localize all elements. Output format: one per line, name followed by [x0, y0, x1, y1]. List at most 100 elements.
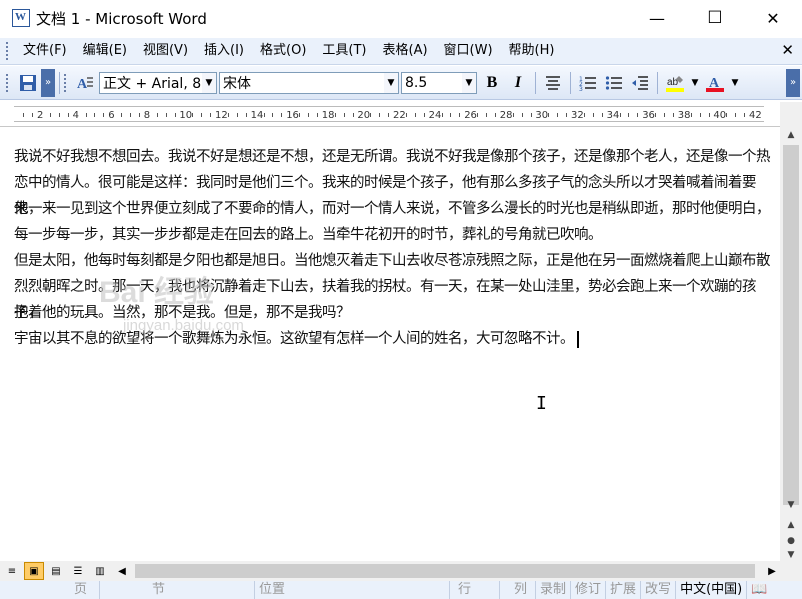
- ruler-tick: [459, 113, 461, 117]
- align-center-button[interactable]: [541, 71, 565, 95]
- status-line: 行: [450, 581, 500, 599]
- text-line[interactable]: 他一来一见到这个世界便立刻成了不要命的情人，而对一个情人来说，不管多么漫长的时光…: [14, 196, 772, 222]
- normal-view-icon[interactable]: ≡: [2, 562, 22, 580]
- word-app-icon[interactable]: [12, 9, 30, 27]
- maximize-button[interactable]: ☐: [686, 0, 744, 36]
- highlight-button[interactable]: ab: [663, 71, 687, 95]
- document-area[interactable]: 我说不好我想不想回去。我说不好是想还是不想，还是无所谓。我说不好我是像那个孩子，…: [0, 128, 780, 561]
- scroll-down-icon[interactable]: ▼: [780, 497, 802, 513]
- ruler-tick: [512, 113, 514, 117]
- menu-table[interactable]: 表格(A): [375, 40, 436, 62]
- scroll-right-icon[interactable]: ▶: [762, 562, 782, 580]
- status-overtype[interactable]: 改写: [641, 581, 677, 599]
- ruler-tick: [637, 113, 639, 117]
- menu-file[interactable]: 文件(F): [15, 40, 75, 62]
- save-button[interactable]: [16, 71, 40, 95]
- toolbar-grip[interactable]: [6, 73, 9, 92]
- ruler-tick: [299, 113, 301, 117]
- ruler-label: 36: [642, 110, 655, 121]
- scroll-up-icon[interactable]: ▲: [780, 127, 802, 143]
- ruler-tick: [486, 113, 487, 117]
- numbering-button[interactable]: 123: [576, 71, 600, 95]
- scroll-left-icon[interactable]: ◀: [112, 562, 132, 580]
- ruler-label: 30: [535, 110, 549, 121]
- bold-icon: B: [486, 73, 498, 91]
- ruler-label: 42: [749, 110, 762, 121]
- horizontal-scroll-thumb[interactable]: [135, 564, 755, 578]
- menu-edit[interactable]: 编辑(E): [75, 40, 135, 62]
- outline-view-icon[interactable]: ☰: [68, 562, 88, 580]
- menubar-grip[interactable]: [6, 42, 9, 60]
- ruler-tick: [655, 113, 657, 117]
- print-layout-view-icon[interactable]: ▤: [46, 562, 66, 580]
- ruler-tick: [165, 113, 167, 117]
- toolbar-separator: [657, 71, 658, 94]
- formatting-toolbar: » A 正文 + Arial, 8 ▼ 宋体 ▼ 8.5 ▼ B I 123 a…: [0, 66, 802, 100]
- menu-tools[interactable]: 工具(T): [314, 40, 374, 62]
- ruler-tick: [343, 113, 345, 117]
- menu-format[interactable]: 格式(O): [252, 40, 314, 62]
- status-extend[interactable]: 扩展: [606, 581, 642, 599]
- vertical-scrollbar[interactable]: ▲ ▼ ▲ ● ▼: [780, 127, 802, 561]
- toolbar-options-chevron[interactable]: »: [41, 68, 55, 97]
- ruler-tick: [334, 113, 336, 117]
- ruler-tick: [316, 113, 318, 117]
- toolbar-grip-2[interactable]: [64, 73, 67, 92]
- bullets-button[interactable]: [602, 71, 626, 95]
- status-record[interactable]: 录制: [536, 581, 572, 599]
- close-document-icon[interactable]: ✕: [781, 41, 794, 59]
- ruler-label: 12: [215, 110, 228, 121]
- status-track-changes[interactable]: 修订: [571, 581, 607, 599]
- font-color-icon: A: [706, 76, 724, 92]
- menu-window[interactable]: 窗口(W): [436, 40, 501, 62]
- horizontal-ruler[interactable]: 2 4 6 8 10 12 14 16 18 20 22 24 26 28 30 32 34 36 38 40 42: [0, 102, 780, 127]
- svg-text:3: 3: [579, 86, 583, 91]
- align-center-icon: [546, 75, 560, 90]
- reading-layout-view-icon[interactable]: ▥: [90, 562, 110, 580]
- ruler-label: 16: [286, 110, 299, 121]
- ruler-tick: [379, 113, 381, 117]
- highlight-dropdown[interactable]: ▼: [689, 71, 701, 95]
- ruler-tick: [405, 113, 407, 117]
- italic-icon: I: [514, 73, 522, 91]
- style-dropdown[interactable]: 正文 + Arial, 8 ▼: [99, 71, 217, 94]
- decrease-indent-button[interactable]: [628, 71, 652, 95]
- text-line[interactable]: 每一步每一步，其实一步步都是走在回去的路上。当牵牛花初开的时节，葬礼的号角就已吹…: [14, 222, 772, 248]
- ruler-tick: [138, 113, 140, 117]
- ruler-label: 4: [72, 110, 79, 121]
- menu-insert[interactable]: 插入(I): [196, 40, 252, 62]
- style-value: 正文 + Arial, 8: [103, 75, 202, 92]
- previous-page-icon[interactable]: ▲: [780, 517, 802, 533]
- ruler-tick: [601, 113, 603, 117]
- ruler-tick: [156, 113, 158, 117]
- spelling-status-icon[interactable]: 📖: [747, 581, 771, 599]
- bold-button[interactable]: B: [480, 71, 504, 95]
- close-button[interactable]: ✕: [744, 0, 802, 36]
- watermark-logo: Bai 经验 jingyan.baidu.com: [99, 275, 244, 334]
- text-caret: [577, 330, 579, 348]
- italic-button[interactable]: I: [506, 71, 530, 95]
- font-dropdown[interactable]: 宋体 ▼: [219, 71, 399, 94]
- ruler-tick: [592, 113, 594, 117]
- ruler-tick: [388, 113, 390, 117]
- text-line[interactable]: 我说不好我想不想回去。我说不好是想还是不想，还是无所谓。我说不好我是像那个孩子，…: [14, 144, 772, 170]
- font-color-button[interactable]: A: [703, 71, 727, 95]
- vertical-scroll-thumb[interactable]: [783, 145, 799, 505]
- status-language[interactable]: 中文(中国): [676, 581, 748, 599]
- ruler-tick: [735, 113, 737, 117]
- ruler-label: 6: [108, 110, 115, 121]
- ruler-tick: [690, 113, 692, 117]
- web-layout-view-icon[interactable]: ▣: [24, 562, 44, 580]
- styles-and-formatting-button[interactable]: A: [74, 71, 98, 95]
- window-controls: — ☐ ✕: [628, 0, 802, 36]
- maximize-icon: ☐: [707, 8, 723, 28]
- font-size-dropdown[interactable]: 8.5 ▼: [401, 71, 477, 94]
- menu-view[interactable]: 视图(V): [135, 40, 196, 62]
- minimize-button[interactable]: —: [628, 0, 686, 36]
- font-size-value: 8.5: [405, 74, 428, 91]
- ruler-tick: [557, 113, 559, 117]
- font-color-dropdown[interactable]: ▼: [729, 71, 741, 95]
- toolbar-options-chevron-right[interactable]: »: [786, 68, 800, 97]
- menu-help[interactable]: 帮助(H): [501, 40, 563, 62]
- ruler-tick: [130, 113, 131, 117]
